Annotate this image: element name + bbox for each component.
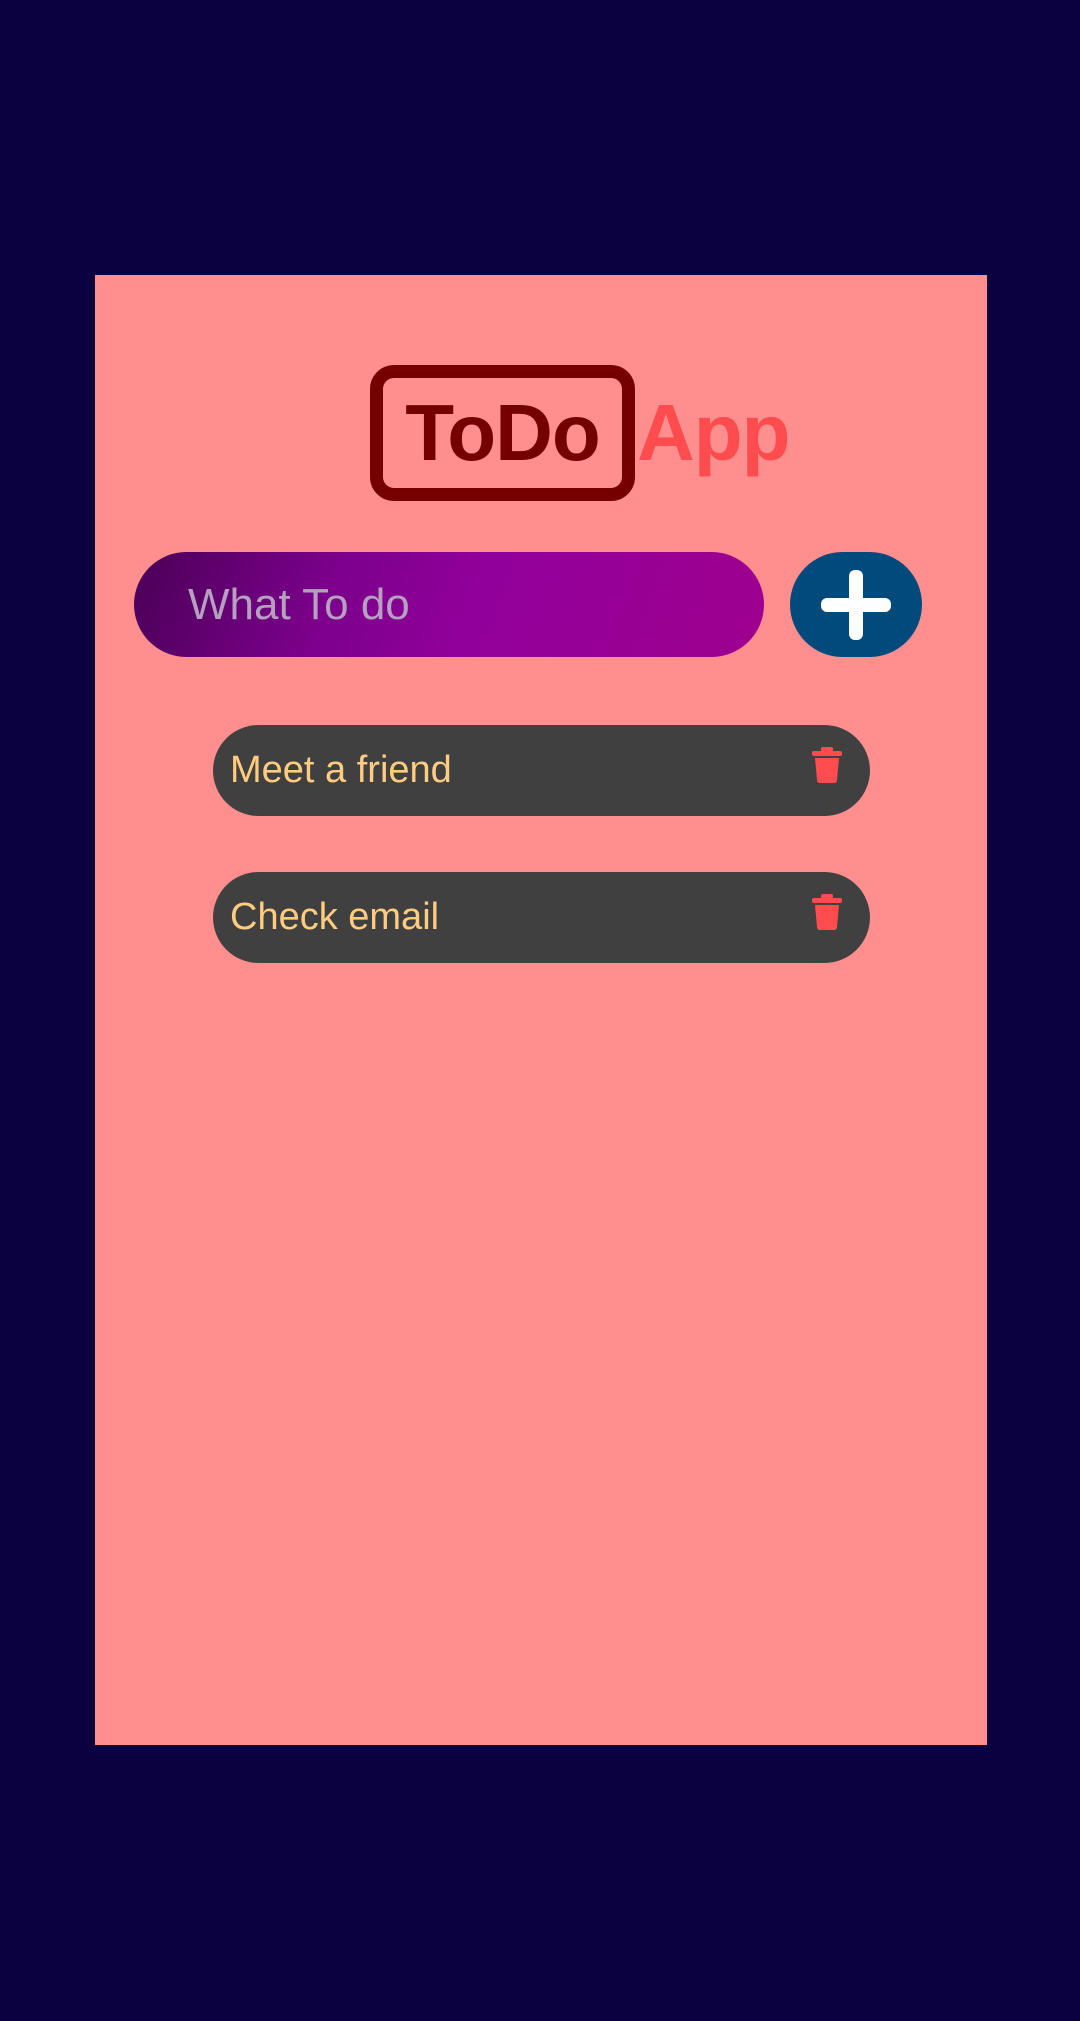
title-accent-text: App [637, 388, 791, 477]
todo-item: Check email [213, 872, 870, 963]
todo-item-text: Check email [230, 896, 440, 938]
trash-icon[interactable] [812, 747, 842, 783]
todo-input-container [134, 552, 764, 657]
todo-item-text: Meet a friend [230, 749, 452, 791]
title-box: ToDo [370, 365, 635, 501]
add-todo-button[interactable] [790, 552, 922, 657]
todo-item: Meet a friend [213, 725, 870, 816]
plus-icon [821, 569, 891, 640]
title-main-text: ToDo [405, 388, 600, 477]
app-title: ToDo App [370, 365, 791, 501]
trash-icon[interactable] [812, 894, 842, 930]
todo-input[interactable] [188, 579, 764, 630]
todo-card: ToDo App Meet a friend Check email [95, 275, 987, 1745]
todo-list: Meet a friend Check email [213, 725, 870, 1019]
